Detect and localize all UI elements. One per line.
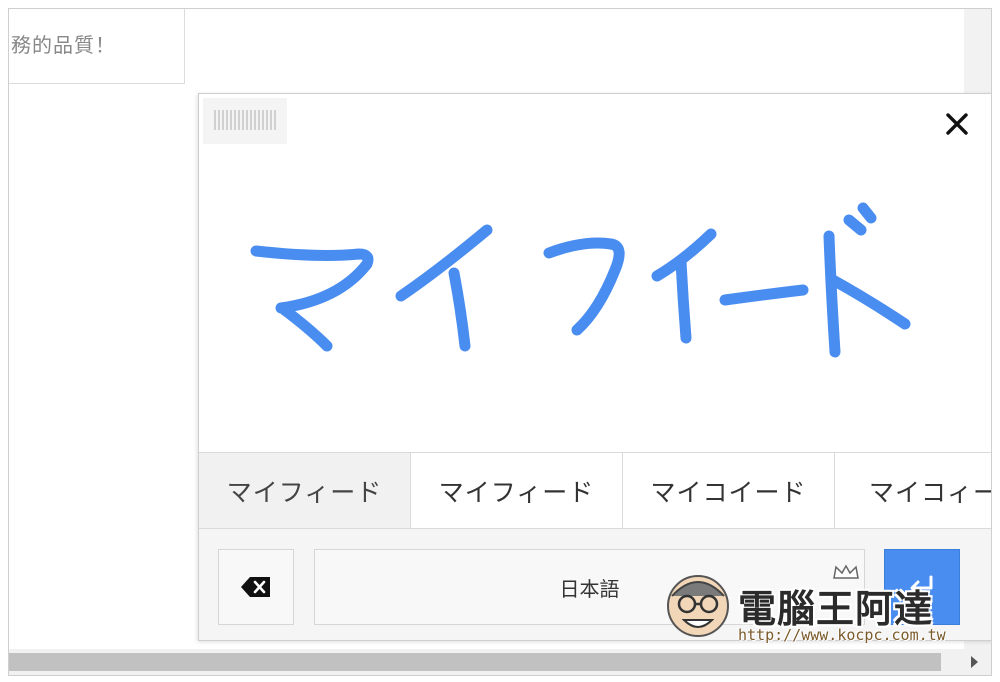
backspace-icon — [241, 577, 270, 597]
stroke-chouon — [719, 284, 809, 306]
suggestion-item[interactable]: マイコィー — [835, 453, 991, 528]
background-card-text: 務的品質！ — [11, 33, 116, 57]
stroke-small-i-2 — [675, 256, 692, 344]
backspace-button[interactable] — [218, 549, 294, 625]
stroke-do-dakuten-2 — [857, 202, 877, 224]
stroke-i-2 — [448, 267, 471, 352]
drag-handle[interactable] — [203, 98, 287, 144]
stroke-fu-1 — [543, 237, 625, 336]
stroke-do-dakuten-1 — [843, 214, 867, 236]
close-button[interactable] — [939, 106, 975, 142]
close-icon — [946, 113, 968, 135]
stroke-do-2 — [827, 274, 911, 330]
horizontal-scrollbar[interactable] — [9, 649, 991, 675]
watermark-title: 電腦王阿達 — [738, 587, 934, 631]
watermark-url: http://www.kocpc.com.tw — [738, 626, 946, 644]
suggestion-item[interactable]: マイコイード — [623, 453, 835, 528]
handwriting-input-panel: マイフィード マイフィード マイコイード マイコィー 日本語 — [198, 93, 991, 641]
stroke-ma-1 — [250, 245, 374, 314]
scrollbar-thumb[interactable] — [9, 653, 941, 671]
stroke-ma-2 — [276, 302, 333, 352]
mascot-face-icon — [667, 575, 729, 637]
suggestion-item[interactable]: マイフィード — [411, 453, 623, 528]
site-watermark: 電腦王阿達 http://www.kocpc.com.tw — [660, 560, 960, 646]
background-card: 務的品質！ — [9, 9, 185, 84]
scroll-right-arrow-icon[interactable] — [971, 656, 978, 668]
grip-icon — [214, 110, 278, 130]
suggestion-item[interactable]: マイフィード — [199, 453, 411, 528]
suggestion-bar: マイフィード マイフィード マイコイード マイコィー — [199, 452, 991, 529]
handwriting-strokes — [250, 202, 911, 358]
language-label: 日本語 — [559, 576, 620, 601]
stroke-do-1 — [823, 230, 841, 358]
handwriting-canvas[interactable] — [199, 150, 991, 450]
stroke-i-1 — [395, 224, 493, 302]
